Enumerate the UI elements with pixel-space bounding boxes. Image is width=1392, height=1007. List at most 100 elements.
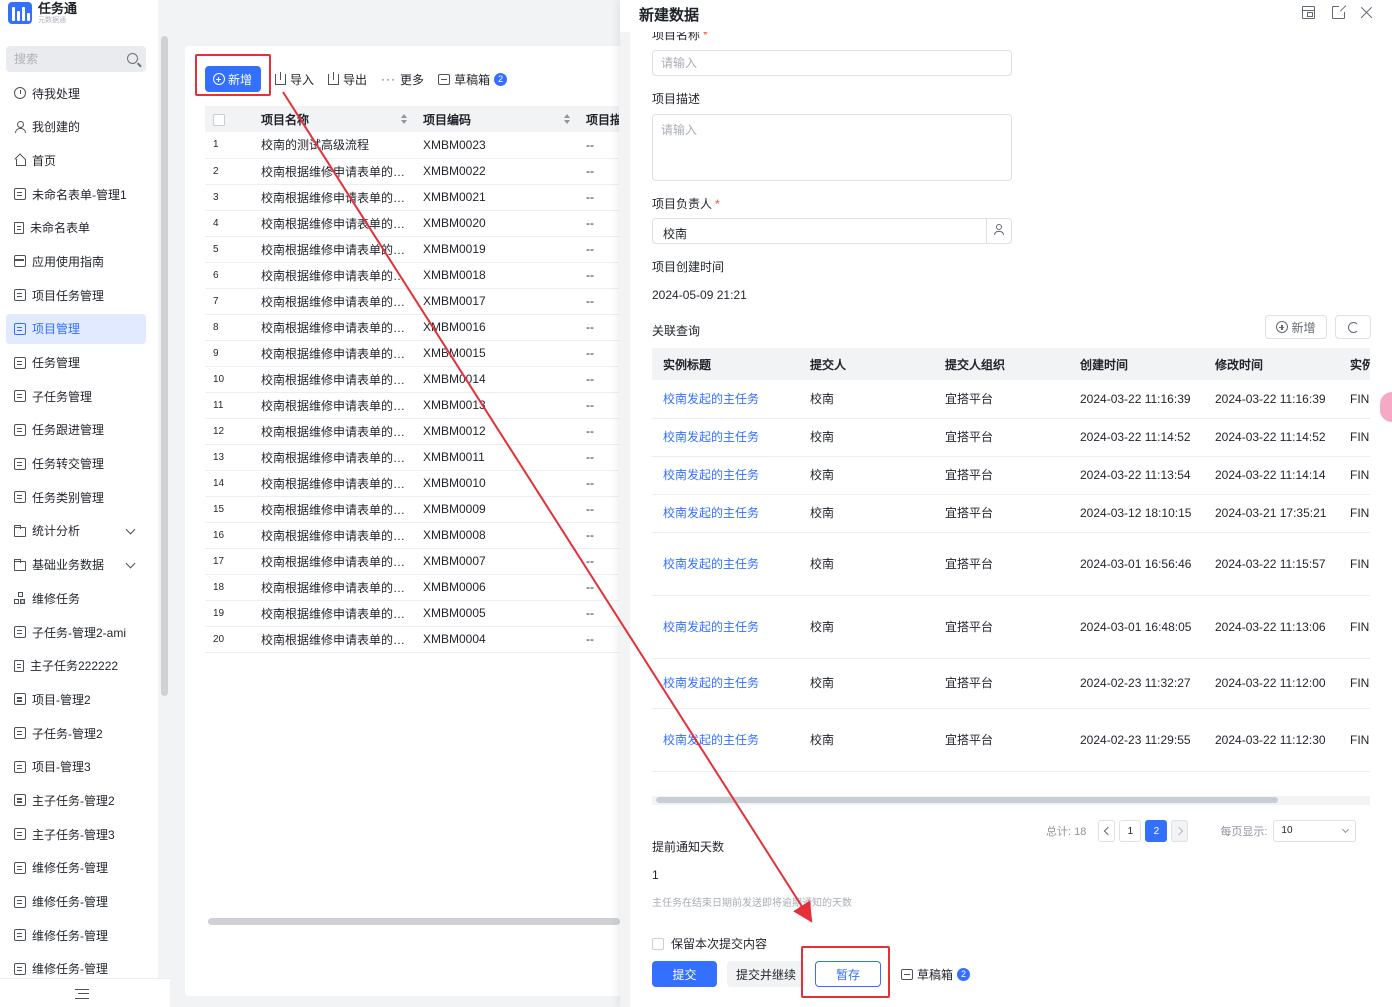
table-row[interactable]: 16 校南根据维修申请表单的日… XMBM0008 -- bbox=[205, 522, 619, 549]
related-row[interactable]: 校南发起的主任务 校南 宜搭平台 2024-03-01 16:56:46 2024-03… bbox=[652, 532, 1370, 596]
sidebar-item[interactable]: 维修任务-管理 bbox=[6, 887, 146, 917]
sidebar-item[interactable]: 首页 bbox=[6, 145, 146, 175]
per-page-select[interactable]: 10 bbox=[1273, 820, 1357, 842]
sidebar-item[interactable]: 项目-管理3 bbox=[6, 752, 146, 782]
sidebar-item[interactable]: 应用使用指南 bbox=[6, 246, 146, 276]
sidebar-item[interactable]: 子任务-管理2 bbox=[6, 718, 146, 748]
sidebar-item[interactable]: 统计分析 bbox=[6, 516, 146, 546]
table-row[interactable]: 18 校南根据维修申请表单的日… XMBM0006 -- bbox=[205, 574, 619, 601]
sidebar-scrollbar[interactable] bbox=[161, 36, 168, 696]
drafts-button[interactable]: 草稿箱 2 bbox=[438, 71, 508, 88]
project-name-input[interactable] bbox=[652, 50, 1012, 76]
keep-content-checkbox[interactable] bbox=[652, 937, 664, 950]
pager-next-button[interactable] bbox=[1171, 820, 1189, 842]
related-row[interactable]: 校南发起的主任务 校南 宜搭平台 2024-03-01 16:48:05 2024-03… bbox=[652, 595, 1370, 659]
submit-button[interactable]: 提交 bbox=[652, 961, 717, 987]
sidebar-item[interactable]: 任务跟进管理 bbox=[6, 415, 146, 445]
table-row[interactable]: 12 校南根据维修申请表单的日… XMBM0012 -- bbox=[205, 418, 619, 445]
chevron-down-icon[interactable] bbox=[125, 558, 136, 569]
related-title-link[interactable]: 校南发起的主任务 bbox=[652, 456, 799, 495]
table-row[interactable]: 20 校南根据维修申请表单的日… XMBM0004 -- bbox=[205, 626, 619, 653]
table-row[interactable]: 14 校南根据维修申请表单的日… XMBM0010 -- bbox=[205, 470, 619, 497]
related-title-link[interactable]: 校南发起的主任务 bbox=[652, 708, 799, 772]
related-title-link[interactable]: 校南发起的主任务 bbox=[652, 595, 799, 659]
table-row[interactable]: 11 校南根据维修申请表单的日… XMBM0013 -- bbox=[205, 392, 619, 419]
related-row[interactable]: 校南发起的主任务 校南 宜搭平台 2024-02-23 11:29:55 2024-03… bbox=[652, 708, 1370, 772]
related-title-link[interactable]: 校南发起的主任务 bbox=[652, 658, 799, 709]
table-row[interactable]: 19 校南根据维修申请表单的日… XMBM0005 -- bbox=[205, 600, 619, 627]
drawer-drafts-button[interactable]: 草稿箱 2 bbox=[901, 966, 971, 983]
close-icon[interactable] bbox=[1360, 6, 1373, 19]
table-row[interactable]: 10 校南根据维修申请表单的日… XMBM0014 -- bbox=[205, 366, 619, 393]
search-icon[interactable] bbox=[127, 53, 138, 64]
search-input[interactable] bbox=[6, 46, 116, 72]
import-button[interactable]: 导入 bbox=[275, 71, 314, 88]
sidebar-item[interactable]: 任务类别管理 bbox=[6, 482, 146, 512]
table-row[interactable]: 7 校南根据维修申请表单的日… XMBM0017 -- bbox=[205, 288, 619, 315]
table-row[interactable]: 8 校南根据维修申请表单的日… XMBM0016 -- bbox=[205, 314, 619, 341]
related-refresh-button[interactable] bbox=[1335, 315, 1371, 339]
sidebar-item[interactable]: 主子任务222222 bbox=[6, 651, 146, 681]
pager-prev-button[interactable] bbox=[1098, 820, 1116, 842]
column-header-desc[interactable]: 项目描 bbox=[578, 106, 619, 132]
sidebar-item[interactable]: 主子任务-管理2 bbox=[6, 785, 146, 815]
pager-page-2[interactable]: 2 bbox=[1145, 820, 1168, 842]
sidebar-item[interactable]: 未命名表单-管理1 bbox=[6, 179, 146, 209]
table-row[interactable]: 4 校南根据维修申请表单的日… XMBM0020 -- bbox=[205, 210, 619, 237]
related-row[interactable]: 校南发起的主任务 校南 宜搭平台 2024-03-22 11:13:54 2024-03… bbox=[652, 456, 1370, 495]
minimize-window-icon[interactable] bbox=[1302, 6, 1315, 19]
sidebar-item[interactable]: 子任务管理 bbox=[6, 381, 146, 411]
sidebar-item[interactable]: 项目管理 bbox=[6, 313, 146, 344]
table-row[interactable]: 9 校南根据维修申请表单的日… XMBM0015 -- bbox=[205, 340, 619, 367]
sidebar-item[interactable]: 维修任务-管理 bbox=[6, 920, 146, 950]
select-all-checkbox[interactable] bbox=[213, 113, 225, 126]
table-row[interactable]: 17 校南根据维修申请表单的日… XMBM0007 -- bbox=[205, 548, 619, 575]
table-row[interactable]: 2 校南根据维修申请表单的日… XMBM0022 -- bbox=[205, 158, 619, 185]
sidebar-item[interactable]: 维修任务 bbox=[6, 583, 146, 613]
related-horizontal-scrollbar[interactable] bbox=[656, 797, 1278, 803]
table-row[interactable]: 1 校南的测试高级流程 XMBM0023 -- bbox=[205, 132, 619, 159]
table-horizontal-scrollbar[interactable] bbox=[208, 918, 620, 925]
collapse-sidebar-button[interactable] bbox=[0, 978, 170, 1007]
related-title-link[interactable]: 校南发起的主任务 bbox=[652, 494, 799, 533]
pager-page-1[interactable]: 1 bbox=[1119, 820, 1142, 842]
sidebar-item[interactable]: 基础业务数据 bbox=[6, 550, 146, 580]
submit-continue-button[interactable]: 提交并继续 bbox=[727, 961, 805, 987]
table-row[interactable]: 3 校南根据维修申请表单的日… XMBM0021 -- bbox=[205, 184, 619, 211]
sidebar-item[interactable]: 任务转交管理 bbox=[6, 449, 146, 479]
more-button[interactable]: ··· 更多 bbox=[381, 71, 424, 88]
table-row[interactable]: 6 校南根据维修申请表单的日… XMBM0018 -- bbox=[205, 262, 619, 289]
related-title-link[interactable]: 校南发起的主任务 bbox=[652, 532, 799, 596]
column-header-code[interactable]: 项目编码 bbox=[415, 106, 578, 132]
sort-icon[interactable] bbox=[564, 114, 570, 124]
sidebar-item[interactable]: 项目任务管理 bbox=[6, 280, 146, 310]
sidebar-item[interactable]: 项目-管理2 bbox=[6, 684, 146, 714]
related-row[interactable]: 校南发起的主任务 校南 宜搭平台 2024-02-23 11:32:27 2024-03… bbox=[652, 658, 1370, 709]
chevron-down-icon[interactable] bbox=[125, 524, 136, 535]
sidebar-item[interactable]: 维修任务-管理 bbox=[6, 853, 146, 883]
notice-days-value[interactable]: 1 bbox=[652, 868, 659, 882]
sidebar-item[interactable]: 任务管理 bbox=[6, 348, 146, 378]
related-row[interactable]: 校南发起的主任务 校南 宜搭平台 2024-03-22 11:16:39 2024-03… bbox=[652, 380, 1370, 419]
export-button[interactable]: 导出 bbox=[328, 71, 367, 88]
app-logo[interactable]: 任务通 元数据通 bbox=[8, 2, 77, 24]
table-row[interactable]: 5 校南根据维修申请表单的日… XMBM0019 -- bbox=[205, 236, 619, 263]
project-desc-textarea[interactable] bbox=[652, 114, 1012, 181]
column-header-name[interactable]: 项目名称 bbox=[253, 106, 415, 132]
table-row[interactable]: 15 校南根据维修申请表单的日… XMBM0009 -- bbox=[205, 496, 619, 523]
project-owner-field[interactable]: 校南 bbox=[652, 218, 1012, 244]
person-picker-icon[interactable] bbox=[993, 224, 1005, 236]
related-title-link[interactable]: 校南发起的主任务 bbox=[652, 380, 799, 419]
floating-assistant-handle[interactable] bbox=[1380, 392, 1392, 422]
related-add-button[interactable]: 新增 bbox=[1265, 315, 1327, 339]
sidebar-item[interactable]: 子任务-管理2-ami bbox=[6, 617, 146, 647]
sort-icon[interactable] bbox=[401, 114, 407, 124]
sidebar-item[interactable]: 主子任务-管理3 bbox=[6, 819, 146, 849]
table-row[interactable]: 13 校南根据维修申请表单的日… XMBM0011 -- bbox=[205, 444, 619, 471]
related-row[interactable]: 校南发起的主任务 校南 宜搭平台 2024-03-12 18:10:15 2024-03… bbox=[652, 494, 1370, 533]
related-row[interactable]: 校南发起的主任务 校南 宜搭平台 2024-03-22 11:14:52 2024-03… bbox=[652, 418, 1370, 457]
sidebar-item[interactable]: 我创建的 bbox=[6, 112, 146, 142]
open-new-window-icon[interactable] bbox=[1332, 4, 1347, 19]
related-title-link[interactable]: 校南发起的主任务 bbox=[652, 418, 799, 457]
sidebar-item[interactable]: 待我处理 bbox=[6, 78, 146, 108]
